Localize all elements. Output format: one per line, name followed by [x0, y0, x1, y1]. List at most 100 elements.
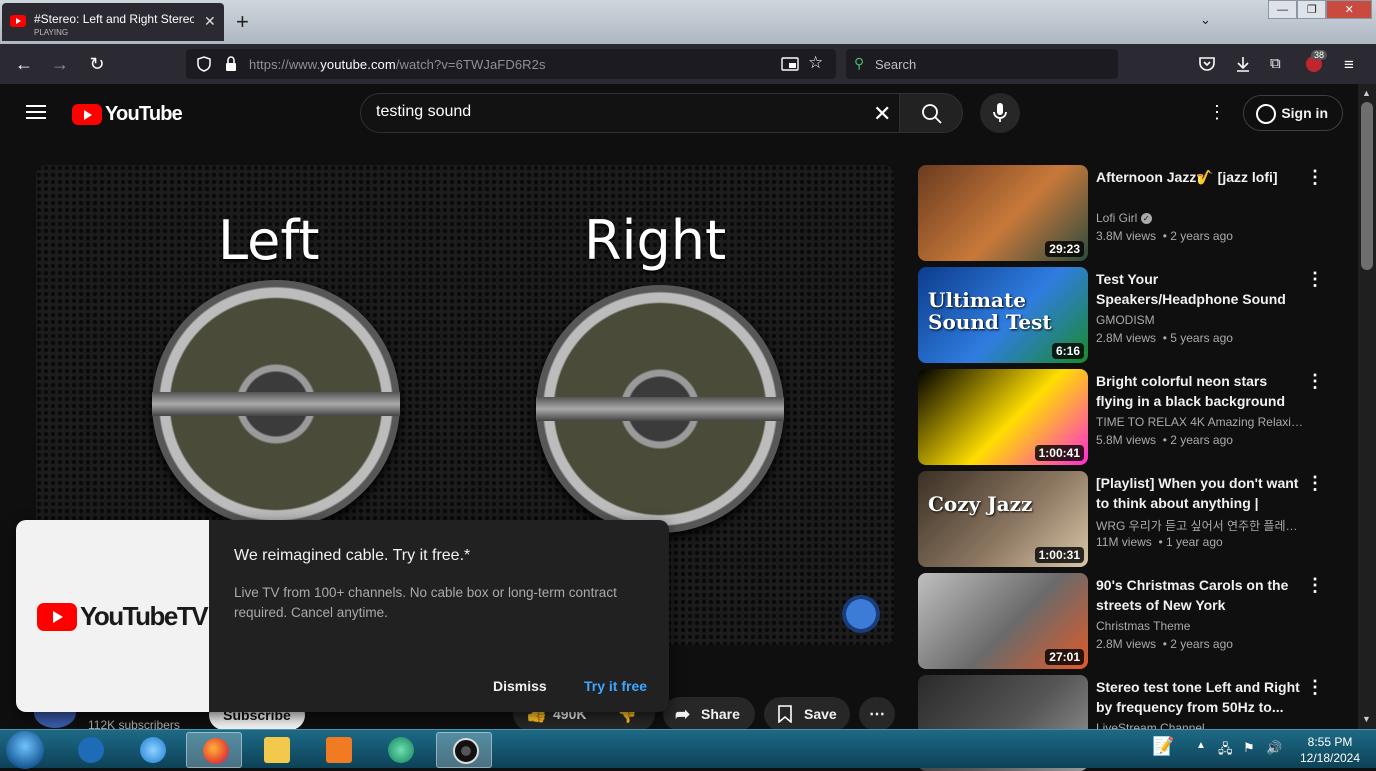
youtube-search-box[interactable]: [360, 93, 900, 133]
video-menu-icon[interactable]: ⋮: [1306, 575, 1324, 596]
youtube-search-input[interactable]: [376, 103, 856, 121]
view-count: 2.8M views: [1096, 637, 1157, 651]
channel-name[interactable]: TIME TO RELAX 4K Amazing Relaxin...: [1096, 415, 1304, 429]
clear-search-icon[interactable]: ✕: [873, 101, 891, 127]
close-window-button[interactable]: ✕: [1326, 0, 1372, 19]
voice-search-button[interactable]: [980, 93, 1020, 133]
verified-check-icon: ✓: [1140, 213, 1152, 225]
video-duration: 1:00:31: [1034, 547, 1084, 563]
left-speaker-image: [152, 280, 400, 528]
search-icon: [922, 104, 942, 124]
taskbar-file-explorer[interactable]: [248, 732, 304, 768]
show-hidden-icons-arrow[interactable]: ▲: [1196, 740, 1206, 751]
upload-age: 1 year ago: [1166, 535, 1223, 549]
maximize-button[interactable]: ❐: [1297, 0, 1327, 19]
video-menu-icon[interactable]: ⋮: [1306, 269, 1324, 290]
video-title[interactable]: 90's Christmas Carols on the streets of …: [1096, 575, 1304, 615]
forward-arrow-icon[interactable]: →: [48, 54, 72, 75]
start-button[interactable]: [6, 731, 44, 769]
guide-menu-icon[interactable]: [26, 105, 46, 119]
sign-in-label: Sign in: [1281, 105, 1328, 121]
video-menu-icon[interactable]: ⋮: [1306, 371, 1324, 392]
clock-time: 8:55 PM: [1307, 735, 1353, 749]
channel-name[interactable]: GMODISM: [1096, 313, 1304, 327]
sign-in-button[interactable]: Sign in: [1243, 95, 1343, 131]
recommendation-item[interactable]: Ultimate Sound Test 6:16 Test Your Speaker…: [918, 267, 1338, 363]
video-thumbnail[interactable]: 1:00:41: [918, 369, 1088, 465]
notes-tray-icon[interactable]: 📝: [1152, 736, 1174, 757]
video-title[interactable]: Stereo test tone Left and Right by frequ…: [1096, 677, 1304, 717]
video-thumbnail[interactable]: 29:23: [918, 165, 1088, 261]
video-thumbnail[interactable]: Ultimate Sound Test 6:16: [918, 267, 1088, 363]
list-tabs-icon[interactable]: ⌄: [1200, 12, 1211, 28]
video-title[interactable]: Test Your Speakers/Headphone Sound Test:…: [1096, 269, 1304, 309]
video-menu-icon[interactable]: ⋮: [1306, 473, 1324, 494]
channel-name-text: TIME TO RELAX 4K Amazing Relaxin...: [1096, 415, 1304, 429]
extensions-icon[interactable]: ⧉: [1270, 55, 1281, 72]
browser-search-bar[interactable]: ⚲ Search: [846, 49, 1118, 79]
action-center-flag-icon[interactable]: ⚑: [1243, 740, 1255, 756]
browser-tab-bar: #Stereo: Left and Right Stereo S PLAYING…: [0, 0, 1376, 44]
share-label: Share: [701, 706, 740, 722]
browser-tab[interactable]: #Stereo: Left and Right Stereo S PLAYING…: [2, 3, 224, 41]
reload-icon[interactable]: ↻: [85, 54, 109, 75]
scroll-up-arrow-icon[interactable]: ▲: [1362, 88, 1371, 98]
youtube-favicon-icon: [10, 15, 26, 27]
taskbar-obs[interactable]: [436, 732, 492, 768]
video-duration: 27:01: [1045, 649, 1084, 665]
video-thumbnail[interactable]: 27:01: [918, 573, 1088, 669]
dismiss-button[interactable]: Dismiss: [493, 678, 547, 694]
video-menu-icon[interactable]: ⋮: [1306, 677, 1324, 698]
new-tab-button[interactable]: +: [236, 9, 249, 35]
lock-icon[interactable]: [224, 56, 238, 72]
taskbar-globe-app[interactable]: [372, 732, 428, 768]
video-menu-icon[interactable]: ⋮: [1306, 167, 1324, 188]
youtube-logo[interactable]: YouTube: [72, 103, 183, 126]
channel-name[interactable]: Christmas Theme: [1096, 619, 1304, 633]
taskbar-internet-explorer[interactable]: [124, 732, 180, 768]
download-icon[interactable]: [1234, 55, 1252, 73]
system-clock[interactable]: 8:55 PM 12/18/2024: [1295, 734, 1365, 766]
page-scrollbar[interactable]: ▲ ▼: [1358, 84, 1376, 729]
minimize-button[interactable]: —: [1268, 0, 1298, 19]
tab-close-icon[interactable]: ✕: [204, 13, 216, 30]
recommendation-item[interactable]: 27:01 90's Christmas Carols on the street…: [918, 573, 1338, 669]
url-bar[interactable]: https://www.youtube.com/watch?v=6TWJaFD6…: [186, 49, 836, 79]
microphone-icon: [993, 103, 1007, 122]
recommendation-item[interactable]: Cozy Jazz 1:00:31 [Playlist] When you don'…: [918, 471, 1338, 567]
taskbar-hp-app[interactable]: [62, 732, 118, 768]
view-count: 5.8M views: [1096, 433, 1157, 447]
shield-icon[interactable]: [196, 56, 212, 72]
picture-in-picture-icon[interactable]: [781, 56, 799, 72]
upload-age: 2 years ago: [1170, 637, 1233, 651]
media-player-icon: [326, 737, 352, 763]
recommendation-item[interactable]: 1:00:41 Bright colorful neon stars flying…: [918, 369, 1338, 465]
video-thumbnail[interactable]: Cozy Jazz 1:00:31: [918, 471, 1088, 567]
url-text[interactable]: https://www.youtube.com/watch?v=6TWJaFD6…: [249, 57, 546, 72]
video-title[interactable]: [Playlist] When you don't want to think …: [1096, 473, 1304, 513]
taskbar-firefox[interactable]: [186, 732, 242, 768]
volume-icon[interactable]: 🔊: [1266, 740, 1282, 756]
taskbar-media-player[interactable]: [310, 732, 366, 768]
scroll-down-arrow-icon[interactable]: ▼: [1362, 714, 1371, 724]
share-button[interactable]: ➦ Share: [663, 697, 755, 731]
hamburger-menu-icon[interactable]: ≡: [1344, 55, 1354, 75]
right-channel-label: Right: [584, 209, 727, 272]
video-title[interactable]: Afternoon Jazz🎷 [jazz lofi]: [1096, 167, 1304, 187]
video-title[interactable]: Bright colorful neon stars flying in a b…: [1096, 371, 1304, 411]
youtube-search-button[interactable]: [899, 93, 963, 133]
channel-name[interactable]: WRG 우리가 듣고 싶어서 연주한 플레이리스트: [1096, 517, 1304, 534]
network-icon[interactable]: 🖧: [1218, 740, 1233, 762]
settings-more-icon[interactable]: ⋮: [1208, 102, 1226, 123]
upload-age: 2 years ago: [1170, 433, 1233, 447]
more-actions-icon[interactable]: ⋯: [859, 697, 895, 731]
scrollbar-thumb[interactable]: [1361, 102, 1373, 270]
back-arrow-icon[interactable]: ←: [12, 54, 36, 75]
pocket-icon[interactable]: [1198, 56, 1216, 72]
channel-watermark[interactable]: [842, 595, 880, 633]
try-it-free-button[interactable]: Try it free: [584, 678, 647, 694]
save-button[interactable]: Save: [764, 697, 850, 731]
channel-name[interactable]: Lofi Girl ✓: [1096, 211, 1304, 225]
recommendation-item[interactable]: 29:23 Afternoon Jazz🎷 [jazz lofi] Lofi Gir…: [918, 165, 1338, 261]
bookmark-star-icon[interactable]: ☆: [808, 53, 823, 73]
